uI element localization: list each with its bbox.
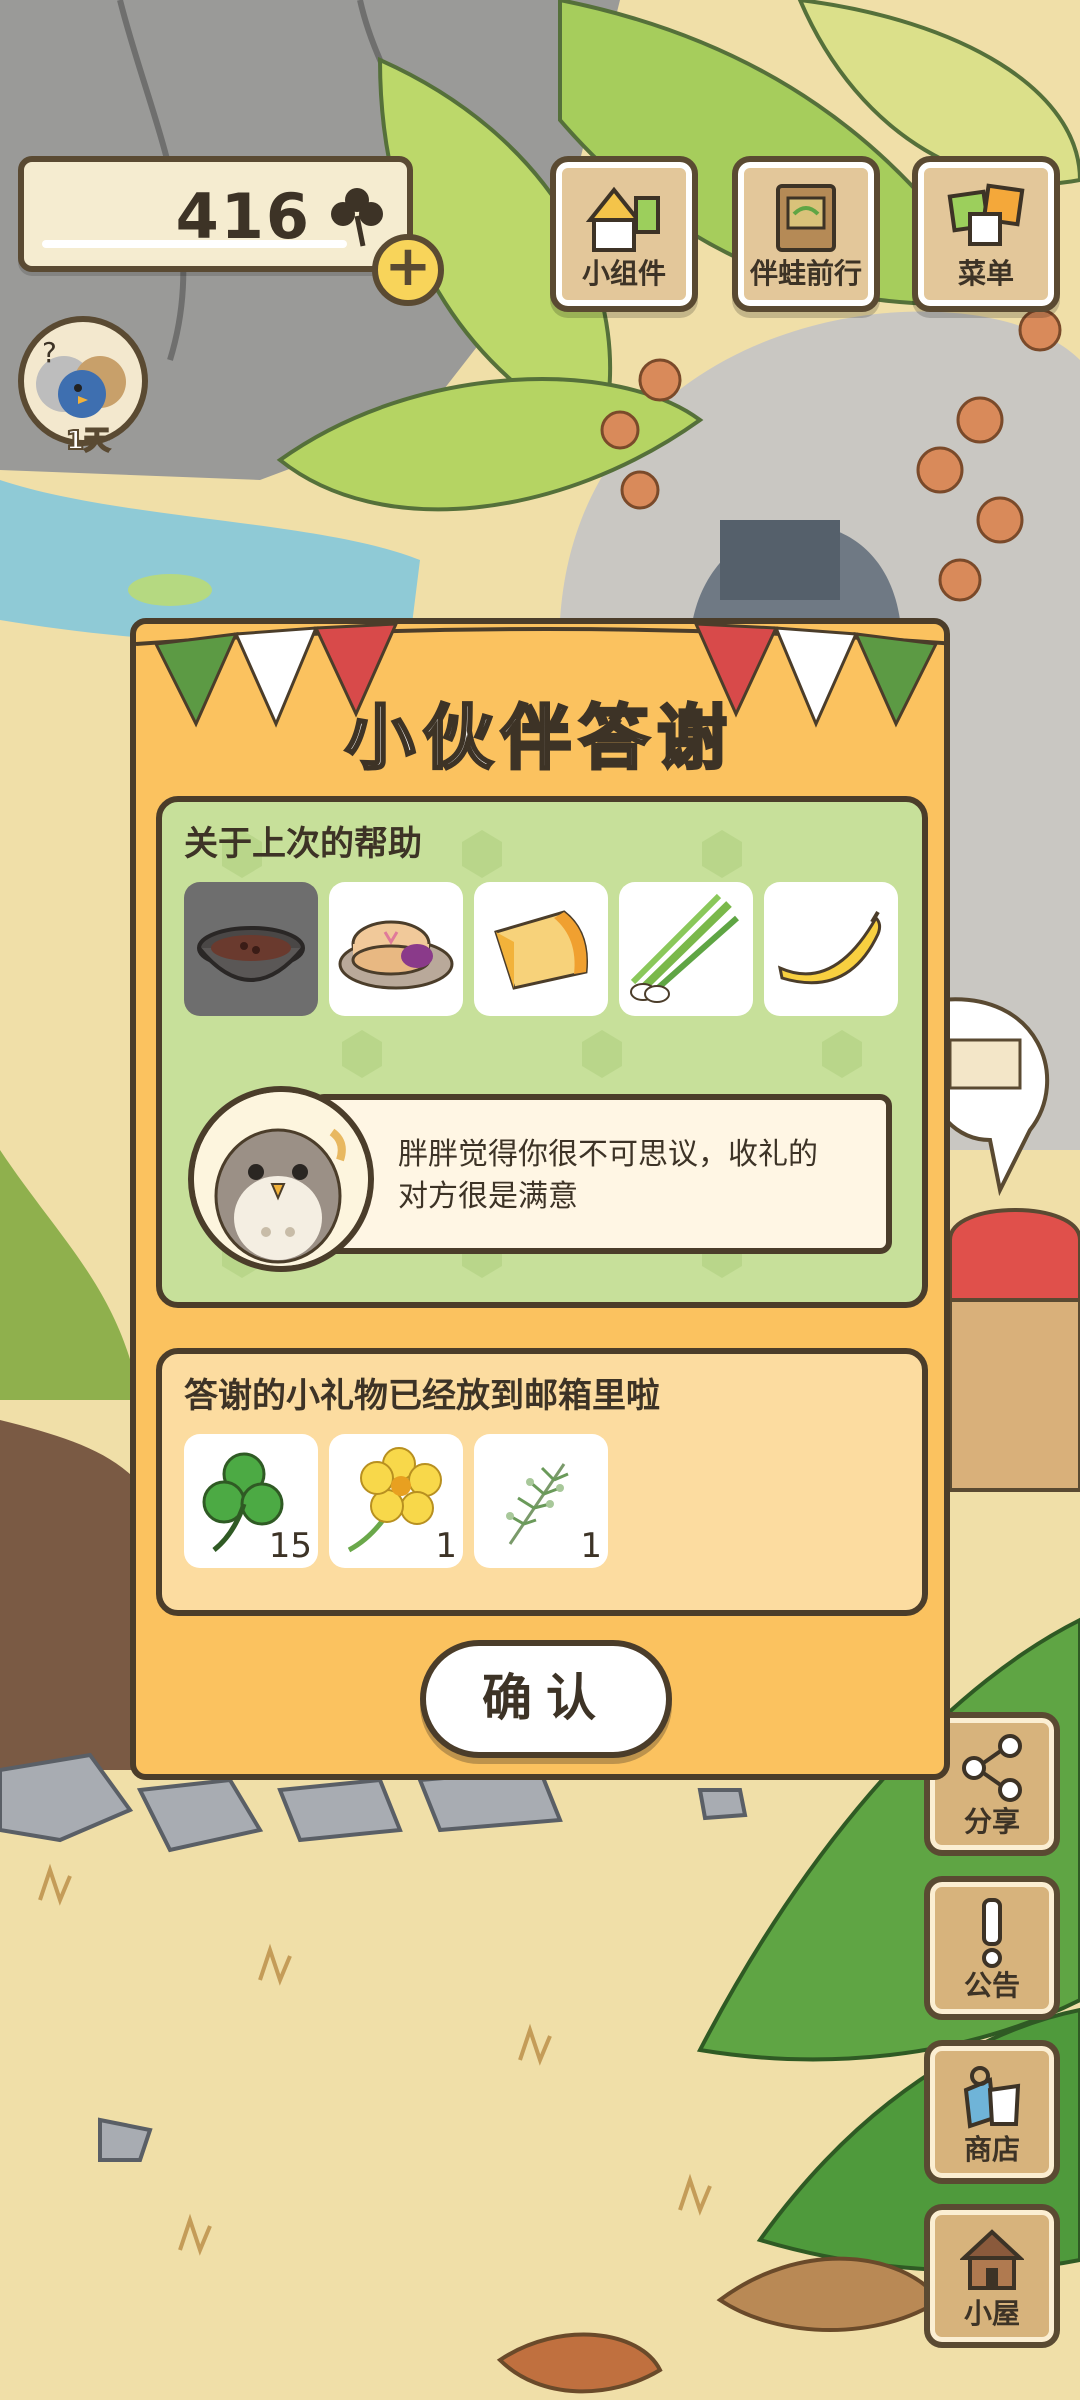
confirm-button[interactable]: 确认 bbox=[420, 1640, 672, 1758]
help-section-title: 关于上次的帮助 bbox=[184, 824, 422, 864]
house-icon bbox=[960, 2229, 1024, 2290]
help-item-banana[interactable] bbox=[764, 882, 898, 1016]
help-item-cheese[interactable] bbox=[474, 882, 608, 1016]
help-item-bowl[interactable] bbox=[184, 882, 318, 1016]
counter-underline bbox=[42, 240, 347, 248]
thanks-dialog: 小伙伴答谢 关于上次的帮助 胖胖觉得你很不可思议，收礼的 对方很是满意 答谢的小… bbox=[130, 618, 950, 1780]
announcement-button[interactable]: 公告 bbox=[924, 1876, 1060, 2020]
share-icon bbox=[962, 1734, 1022, 1802]
help-section: 关于上次的帮助 胖胖觉得你很不可思议，收礼的 对方很是满意 bbox=[156, 796, 928, 1308]
friend-message-line1: 胖胖觉得你很不可思议，收礼的 bbox=[398, 1137, 818, 1172]
gift-item-flower[interactable]: 1 bbox=[329, 1434, 463, 1568]
shop-button[interactable]: 商店 bbox=[924, 2040, 1060, 2184]
journey-book-icon bbox=[776, 184, 836, 252]
announcement-icon bbox=[982, 1898, 1002, 1968]
share-label: 分享 bbox=[963, 1805, 1020, 1838]
svg-text:?: ? bbox=[42, 336, 57, 369]
gift-count: 15 bbox=[268, 1526, 312, 1566]
announcement-label: 公告 bbox=[963, 1969, 1020, 2002]
gift-count: 1 bbox=[580, 1526, 602, 1566]
avatar-day-label: 1天 bbox=[65, 425, 111, 457]
bowl-of-soup-icon bbox=[197, 926, 305, 982]
house-label: 小屋 bbox=[963, 2297, 1020, 2330]
green-onion-icon bbox=[630, 893, 739, 1003]
menu-button[interactable]: 菜单 bbox=[912, 156, 1060, 312]
help-item-mooncake[interactable] bbox=[329, 882, 463, 1016]
menu-label: 菜单 bbox=[957, 257, 1014, 290]
banana-icon bbox=[777, 910, 882, 985]
gift-item-herb[interactable]: 1 bbox=[474, 1434, 608, 1568]
gift-section-title: 答谢的小礼物已经放到邮箱里啦 bbox=[184, 1376, 660, 1416]
widget-icon bbox=[585, 186, 660, 252]
journey-button[interactable]: 伴蛙前行 bbox=[732, 156, 880, 312]
gift-section: 答谢的小礼物已经放到邮箱里啦 15 1 1 bbox=[156, 1348, 928, 1616]
friend-message: 胖胖觉得你很不可思议，收礼的 对方很是满意 bbox=[312, 1094, 892, 1254]
journey-label: 伴蛙前行 bbox=[749, 257, 862, 290]
clover-icon bbox=[331, 188, 383, 247]
owl-friend-icon bbox=[194, 1092, 368, 1266]
house-button[interactable]: 小屋 bbox=[924, 2204, 1060, 2348]
help-item-green-onion[interactable] bbox=[619, 882, 753, 1016]
gift-count: 1 bbox=[435, 1526, 457, 1566]
cheese-icon bbox=[494, 910, 589, 990]
menu-icon bbox=[947, 183, 1025, 246]
widget-label: 小组件 bbox=[581, 257, 666, 290]
shop-bags-icon bbox=[963, 2066, 1021, 2129]
add-clover-button[interactable]: + bbox=[372, 234, 444, 306]
clover-counter: 416 bbox=[18, 156, 413, 272]
shop-label: 商店 bbox=[963, 2133, 1020, 2166]
friend-avatar bbox=[188, 1086, 374, 1272]
friend-message-line2: 对方很是满意 bbox=[398, 1179, 578, 1214]
dialog-title: 小伙伴答谢 bbox=[344, 696, 735, 781]
mooncake-icon bbox=[338, 920, 454, 990]
widget-button[interactable]: 小组件 bbox=[550, 156, 698, 312]
gift-item-clover[interactable]: 15 bbox=[184, 1434, 318, 1568]
